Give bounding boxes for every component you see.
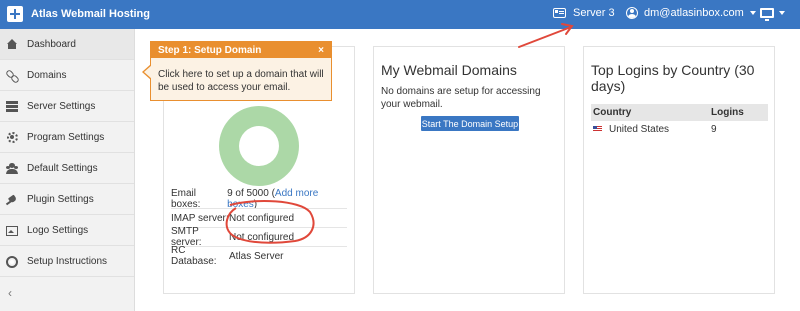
sidebar-item-plugin-settings[interactable]: Plugin Settings [0,184,134,215]
logins-cell: 9 [711,124,717,135]
user-circle-icon [626,7,638,19]
server-switcher[interactable]: Server 3 [553,7,615,19]
close-icon[interactable]: × [318,45,324,56]
popover-body: Click here to set up a domain that will … [158,69,324,93]
sidebar-item-server-settings[interactable]: Server Settings [0,91,134,122]
sidebar-item-label: Default Settings [27,162,98,174]
sidebar-item-label: Setup Instructions [27,255,108,267]
panel-title: Top Logins by Country (30 days) [591,62,755,94]
sidebar-item-label: Plugin Settings [27,193,94,205]
life-ring-icon [6,255,18,268]
chevron-left-icon: ‹ [8,285,12,300]
setup-domain-popover[interactable]: Step 1: Setup Domain × Click here to set… [142,41,332,101]
imap-server-row: IMAP server: Not configured [171,208,347,227]
sidebar-item-program-settings[interactable]: Program Settings [0,122,134,153]
info-value: 9 of 5000 (Add more boxes) [227,187,319,210]
plus-square-icon [7,6,23,22]
logins-table: Country Logins United States 9 [591,104,768,138]
brand[interactable]: Atlas Webmail Hosting [7,6,150,22]
popover-title: Step 1: Setup Domain [158,44,262,56]
start-domain-setup-button[interactable]: Start The Domain Setup [421,116,519,131]
sidebar-item-setup-instructions[interactable]: Setup Instructions [0,246,134,277]
gear-icon [6,131,18,143]
user-email: dm@atlasinbox.com [644,7,744,19]
info-label: Email boxes: [171,187,201,210]
info-label: IMAP server: [171,212,229,224]
country-cell: United States [591,121,709,138]
info-value: Not configured [229,212,295,224]
display-menu[interactable] [760,8,785,21]
top-logins-panel: Top Logins by Country (30 days) Country … [583,46,775,294]
sidebar-item-label: Domains [27,69,67,81]
server-label: Server 3 [573,7,615,19]
panel-title: My Webmail Domains [381,62,517,78]
chevron-down-icon [779,11,785,15]
sidebar-item-domains[interactable]: Domains [0,60,134,91]
table-row: United States 9 [591,121,768,138]
plug-icon [6,194,18,205]
email-boxes-row: Email boxes: 9 of 5000 (Add more boxes) [171,187,347,210]
chevron-down-icon [749,11,756,15]
table-header-row: Country Logins [591,104,768,121]
info-value: Atlas Server [229,250,284,262]
popover-header: Step 1: Setup Domain × [151,42,331,58]
rc-database-row: RC Database: Atlas Server [171,245,347,267]
users-icon [6,162,18,174]
info-label: RC Database: [171,245,217,267]
popover-arrow [142,64,152,80]
column-header: Logins [709,104,768,121]
sidebar-item-label: Program Settings [27,131,105,143]
sidebar-item-logo-settings[interactable]: Logo Settings [0,215,134,246]
sidebar-item-default-settings[interactable]: Default Settings [0,153,134,184]
empty-state-text: No domains are setup for accessing your … [381,86,541,110]
link-icon [6,70,18,81]
sidebar-collapse-button[interactable]: ‹ [0,277,134,308]
mailbox-usage-donut [219,106,299,186]
server-icon [6,100,18,112]
webmail-domains-panel: My Webmail Domains No domains are setup … [373,46,565,294]
top-bar: Atlas Webmail Hosting Server 3 dm@atlasi… [0,0,800,29]
sidebar-item-label: Server Settings [27,100,96,112]
sidebar-item-dashboard[interactable]: Dashboard [0,29,134,60]
us-flag-icon [593,126,602,133]
image-icon [6,225,18,236]
user-menu[interactable]: dm@atlasinbox.com [626,7,756,19]
app-title: Atlas Webmail Hosting [31,8,150,20]
home-icon [6,38,18,50]
smtp-server-row: SMTP server: Not configured [171,226,347,248]
monitor-icon [760,8,774,21]
id-card-icon [553,8,566,18]
info-value: Not configured [229,231,295,243]
sidebar-item-label: Dashboard [27,38,76,50]
column-header: Country [591,104,709,121]
sidebar: Dashboard Domains Server Settings Progra… [0,29,135,311]
sidebar-item-label: Logo Settings [27,224,89,236]
donut-center [239,126,279,166]
